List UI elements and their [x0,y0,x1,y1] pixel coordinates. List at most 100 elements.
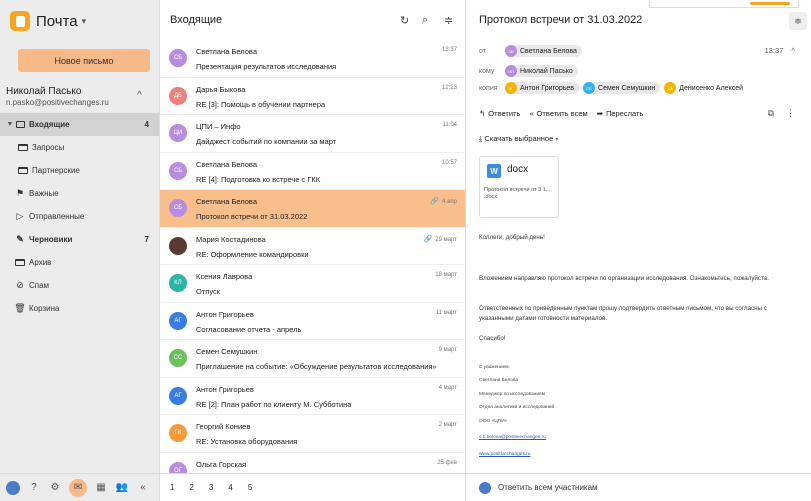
recipient-chip[interactable]: НП Николай Пасько [505,65,578,77]
message-title: Протокол встречи от 31.03.2022 [479,14,643,26]
folder-label: Партнерские [32,166,80,175]
help-icon[interactable]: ? [27,481,41,495]
folder-archive[interactable]: Архив [0,251,159,274]
cc-chip[interactable]: АГ Антон Григорьев [505,82,580,94]
signature-regards: С уважением, [479,365,510,370]
sender-avatar: СБ [169,49,187,67]
message-row[interactable]: СБ Светлана Белова Презентация результат… [160,40,465,78]
collapse-header-icon[interactable]: ^ [791,46,795,55]
sidebar-bottom-bar: ? ⚙ ✉ ▦ 👥 « [0,473,160,501]
folder-label: Корзина [29,304,60,313]
compose-button[interactable]: Новое письмо [18,49,150,72]
cc-chip[interactable]: ДА Денисенко Алексей [664,82,748,94]
settings-icon[interactable]: ⚙ [48,481,62,495]
user-avatar [479,481,491,494]
folder-important[interactable]: ⚑ Важные [0,182,159,205]
cc-chip[interactable]: СС Семен Семушкин [583,82,661,94]
folder-sent[interactable]: ▷ Отправленные [0,205,159,228]
filter-icon[interactable]: ≑ [444,14,453,27]
download-selected-button[interactable]: ⤓ Скачать выбранное ▾ [479,134,558,144]
trash-icon: 🗑 [14,303,26,313]
folder-drafts[interactable]: ✎ Черновики 7 [0,228,159,251]
collapse-sidebar-icon[interactable]: « [136,481,150,495]
chevron-down-icon: ▾ [81,15,87,26]
folder-partners[interactable]: Партнерские [0,159,159,182]
calendar-icon[interactable]: ▦ [94,481,108,495]
message-sender: Семен Семушкин [196,347,258,356]
sender-avatar: ЦИ [169,124,187,142]
message-row[interactable]: СБ Светлана Белова RE [4]: Подготовка ко… [160,153,465,190]
list-title: Входящие [170,14,223,26]
message-row[interactable]: ДБ Дарья Быкова RE [3]: Помощь в обучени… [160,78,465,115]
folder-label: Входящие [29,120,70,129]
forward-button[interactable]: ➡ Переслать [597,109,644,118]
folder-list: ▼ Входящие 4 Запросы Партнерские ⚑ Важны… [0,113,159,320]
body-thanks: Спасибо! [479,335,506,342]
app-switcher[interactable]: Почта ▾ [10,10,86,32]
chip-avatar: НП [505,65,517,77]
message-row[interactable]: СС Семен Семушкин Приглашение на событие… [160,340,465,378]
message-row[interactable]: Мария Костадинова RE: Оформление команди… [160,228,465,265]
from-label: от [479,47,486,55]
more-menu-icon[interactable]: ⋮ [786,108,795,119]
folder-inbox[interactable]: ▼ Входящие 4 [0,113,159,136]
message-row[interactable]: ЦИ ЦПИ – Инфо Дайджест событий по компан… [160,115,465,153]
folder-label: Запросы [32,143,65,152]
folder-trash[interactable]: 🗑 Корзина [0,297,159,320]
caret-down-icon[interactable]: ▼ [5,121,15,128]
app-name: Почта [36,12,78,30]
from-row: от СБ Светлана Белова [479,45,586,57]
message-row-selected[interactable]: СБ Светлана Белова Протокол встречи от 3… [160,190,465,228]
folder-requests[interactable]: Запросы [0,136,159,159]
folder-icon [18,166,28,176]
sender-avatar: СБ [169,199,187,217]
chevron-up-icon[interactable]: ^ [137,90,142,101]
reply-button[interactable]: ↰ Ответить [479,109,520,118]
reply-all-button[interactable]: «Ответить всем [529,109,587,118]
message-sender: ЦПИ – Инфо [196,122,241,131]
page-link[interactable]: 2 [189,483,193,492]
message-row[interactable]: АГ Антон Григорьев RE [2]: План работ по… [160,378,465,415]
signature-site-link[interactable]: www.positivechanges.ru [479,452,530,457]
quick-reply-bar[interactable]: Ответить всем участникам [466,473,811,501]
page-link[interactable]: 5 [248,483,252,492]
profile-avatar-icon[interactable] [6,480,20,495]
message-time: 18 март [435,272,457,278]
page-link[interactable]: 4 [228,483,232,492]
message-row[interactable]: АГ Антон Григорьев Согласование отчета -… [160,303,465,340]
message-time: 11 март [435,309,457,316]
message-row[interactable]: ГК Георгий Кониев RE: Установка оборудов… [160,415,465,453]
page-link[interactable]: 1 [170,483,174,492]
account-name[interactable]: Николай Пасько [6,86,81,97]
list-header: Входящие ↻ ⌕ ≑ [160,0,465,40]
message-sender: Георгий Кониев [196,422,251,431]
message-subject: RE: Оформление командировки [196,249,309,259]
quick-reply-label: Ответить всем участникам [498,483,598,492]
chip-avatar: АГ [505,82,517,94]
folder-label: Спам [29,281,50,290]
reply-icon: ↰ [479,109,486,118]
refresh-icon[interactable]: ↻ [400,14,409,27]
sender-chip[interactable]: СБ Светлана Белова [505,45,582,57]
message-row[interactable]: ОГ Ольга Горская 25 фев [160,453,465,473]
page-link[interactable]: 3 [209,483,213,492]
folder-spam[interactable]: ⊘ Спам [0,274,159,297]
chip-name: Антон Григорьев [520,84,575,92]
sender-avatar: АГ [169,311,187,330]
message-time: 2 март [438,422,457,428]
sender-avatar: АГ [169,386,187,405]
chevron-down-icon: ▾ [555,137,559,143]
open-in-window-icon[interactable]: ⧉ [768,108,774,119]
important-icon: ⚑ [15,188,25,198]
body-paragraph: Вложением направляю протокол встречи по … [479,275,769,282]
attachment-card[interactable]: W docx Протокол встречи от 3 1.... .docx [479,156,559,218]
mail-icon[interactable]: ✉ [69,478,87,497]
sort-icon[interactable]: ≑ [789,12,807,30]
signature-email-link[interactable]: s.b.belova@positivechanges.ru [479,435,546,440]
search-icon[interactable]: ⌕ [422,14,428,27]
attachment-filename: Протокол встречи от 3 1.... .docx [484,187,552,200]
message-row[interactable]: КЛ Ксения Лаврова Отпуск 18 март [160,265,465,303]
message-subject: Презентация результатов исследования [196,62,337,71]
contacts-icon[interactable]: 👥 [115,481,129,495]
message-time: 11:04 [442,122,457,128]
